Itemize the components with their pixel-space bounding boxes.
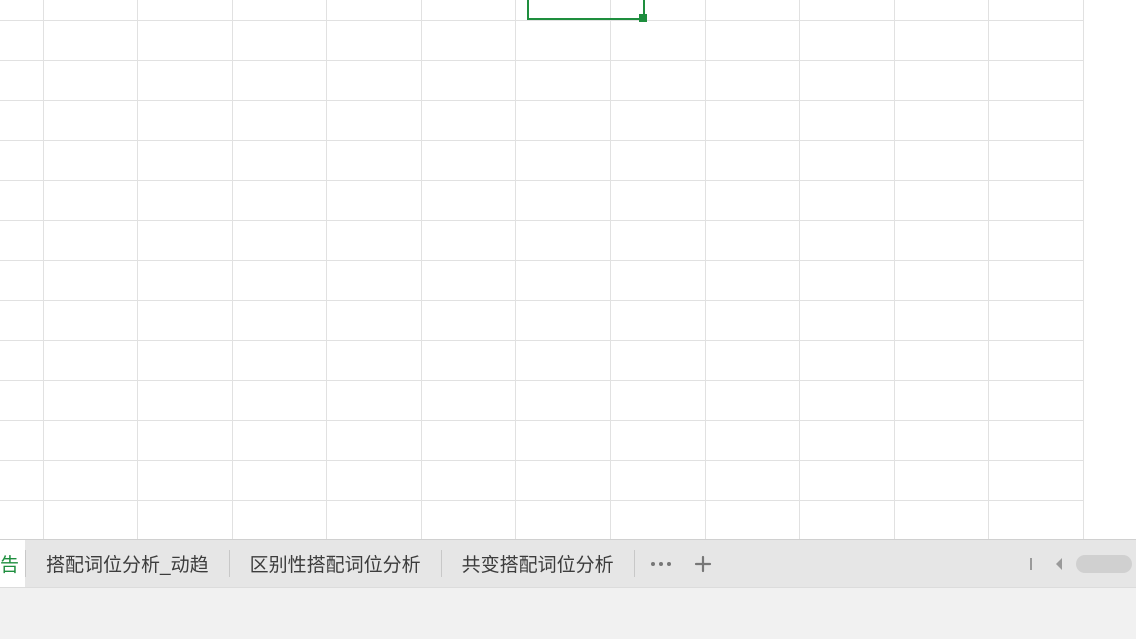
- more-sheets-icon[interactable]: [649, 552, 673, 576]
- sheet-tab-active-partial[interactable]: 告: [0, 540, 25, 587]
- sheet-tab-label: 告: [0, 550, 19, 577]
- sheet-tab-bar: 告 搭配词位分析_动趋 区别性搭配词位分析 共变搭配词位分析: [0, 539, 1136, 587]
- sheet-tab-label: 搭配词位分析_动趋: [46, 550, 209, 577]
- sheet-tab-covarying-analysis[interactable]: 共变搭配词位分析: [442, 540, 634, 587]
- sheet-tab-distinctive-analysis[interactable]: 区别性搭配词位分析: [230, 540, 441, 587]
- add-sheet-icon[interactable]: [691, 552, 715, 576]
- fill-handle[interactable]: [639, 14, 647, 22]
- scroll-first-icon[interactable]: [1028, 552, 1042, 576]
- spreadsheet-app: 告 搭配词位分析_动趋 区别性搭配词位分析 共变搭配词位分析: [0, 0, 1136, 639]
- sheet-tab-label: 区别性搭配词位分析: [250, 550, 421, 577]
- cells-table[interactable]: [0, 0, 1084, 539]
- scroll-left-icon[interactable]: [1052, 552, 1066, 576]
- sheet-tab-label: 共变搭配词位分析: [462, 550, 614, 577]
- sheet-bar-extras: [635, 540, 729, 587]
- horizontal-scrollbar[interactable]: [1076, 555, 1132, 573]
- horizontal-scroll-area: [1028, 540, 1136, 587]
- status-bar: [0, 587, 1136, 639]
- spreadsheet-grid[interactable]: [0, 0, 1136, 539]
- sheet-tab-collocation-analysis[interactable]: 搭配词位分析_动趋: [26, 540, 229, 587]
